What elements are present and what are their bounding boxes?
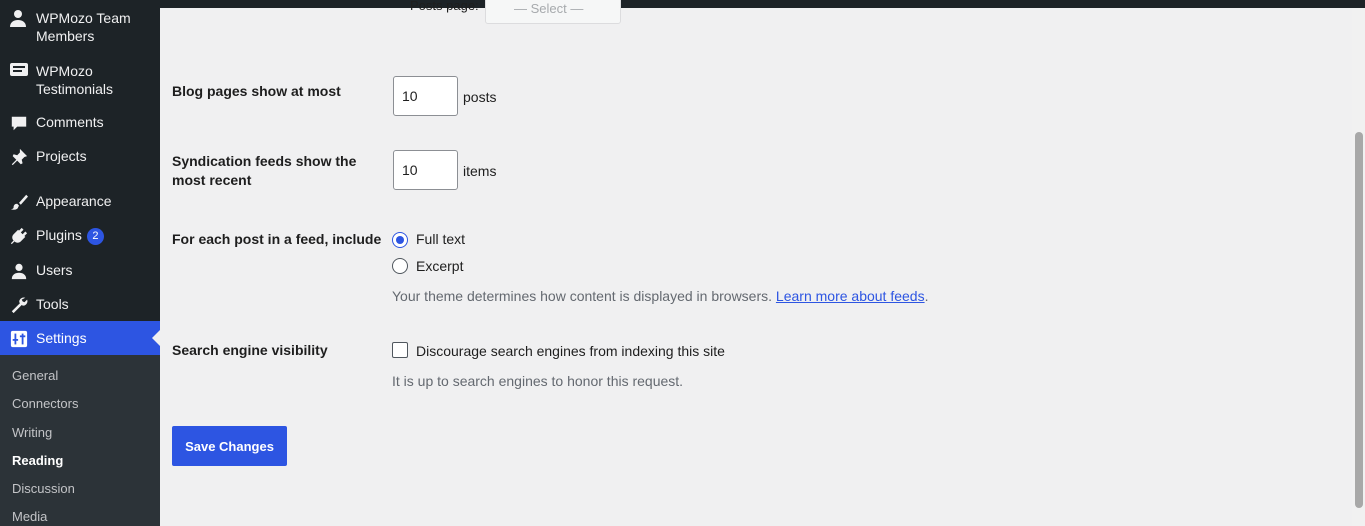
sidebar-item-settings[interactable]: Settings [0, 321, 160, 355]
learn-more-feeds-link[interactable]: Learn more about feeds [776, 288, 925, 304]
blog-pages-unit: posts [463, 89, 497, 105]
excerpt-label[interactable]: Excerpt [416, 258, 463, 274]
blog-pages-input[interactable] [393, 76, 458, 116]
search-visibility-label: Search engine visibility [172, 342, 328, 358]
submenu-reading[interactable]: Reading [12, 453, 63, 468]
plugin-icon [9, 226, 29, 246]
sidebar-item-comments[interactable]: Comments [0, 113, 160, 133]
sidebar-item-plugins[interactable]: Plugins 2 [0, 226, 160, 246]
submenu-discussion[interactable]: Discussion [12, 481, 75, 496]
syndication-label: Syndication feeds show the most recent [172, 153, 357, 188]
sidebar-item-label: WPMozo Team Members [36, 10, 131, 44]
full-text-label[interactable]: Full text [416, 231, 465, 247]
sidebar-item-label: Projects [36, 148, 87, 164]
scrollbar-thumb[interactable] [1355, 132, 1363, 508]
discourage-search-label[interactable]: Discourage search engines from indexing … [416, 343, 725, 359]
sidebar-item-users[interactable]: Users [0, 261, 160, 281]
submenu-media[interactable]: Media [12, 509, 47, 524]
wrench-icon [9, 295, 29, 315]
feed-include-label: For each post in a feed, include [172, 231, 382, 247]
comment-icon [9, 113, 29, 133]
sidebar-item-appearance[interactable]: Appearance [0, 192, 160, 212]
full-text-radio[interactable] [392, 232, 408, 248]
posts-page-select[interactable]: — Select — [485, 0, 621, 24]
save-changes-button[interactable]: Save Changes [172, 426, 287, 466]
submenu-connectors[interactable]: Connectors [12, 396, 78, 411]
settings-submenu: General Connectors Writing Reading Discu… [0, 355, 160, 526]
settings-icon [9, 329, 29, 349]
plugins-update-badge: 2 [86, 228, 104, 245]
paintbrush-icon [9, 192, 29, 212]
posts-page-label: Posts page: [410, 0, 479, 13]
sidebar-item-label: Appearance [36, 193, 112, 209]
sidebar-item-label: Comments [36, 114, 104, 130]
sidebar-item-label: Tools [36, 296, 69, 312]
submenu-general[interactable]: General [12, 368, 58, 383]
discourage-search-checkbox[interactable] [392, 342, 408, 358]
sidebar-item-label: WPMozo Testimonials [36, 63, 114, 97]
feed-description: Your theme determines how content is dis… [392, 288, 929, 304]
sidebar-item-team-members[interactable]: WPMozo Team Members [0, 8, 160, 48]
sidebar-item-label: Plugins 2 [36, 226, 104, 245]
testimonials-icon [9, 61, 29, 81]
admin-bar [0, 0, 1365, 8]
search-visibility-description: It is up to search engines to honor this… [392, 373, 684, 389]
submenu-writing[interactable]: Writing [12, 425, 52, 440]
syndication-unit: items [463, 163, 497, 179]
page-scrollbar[interactable] [1352, 8, 1365, 526]
sidebar-item-testimonials[interactable]: WPMozo Testimonials [0, 61, 160, 101]
sidebar-item-tools[interactable]: Tools [0, 295, 160, 315]
team-members-icon [9, 9, 29, 29]
sidebar-item-label: Users [36, 262, 73, 278]
sidebar-item-projects[interactable]: Projects [0, 147, 160, 167]
admin-sidebar: WPMozo Team Members WPMozo Testimonials … [0, 0, 160, 526]
syndication-input[interactable] [393, 150, 458, 190]
excerpt-radio[interactable] [392, 258, 408, 274]
pin-icon [9, 147, 29, 167]
blog-pages-label: Blog pages show at most [172, 83, 341, 99]
user-icon [9, 261, 29, 281]
sidebar-item-label: Settings [36, 330, 87, 346]
